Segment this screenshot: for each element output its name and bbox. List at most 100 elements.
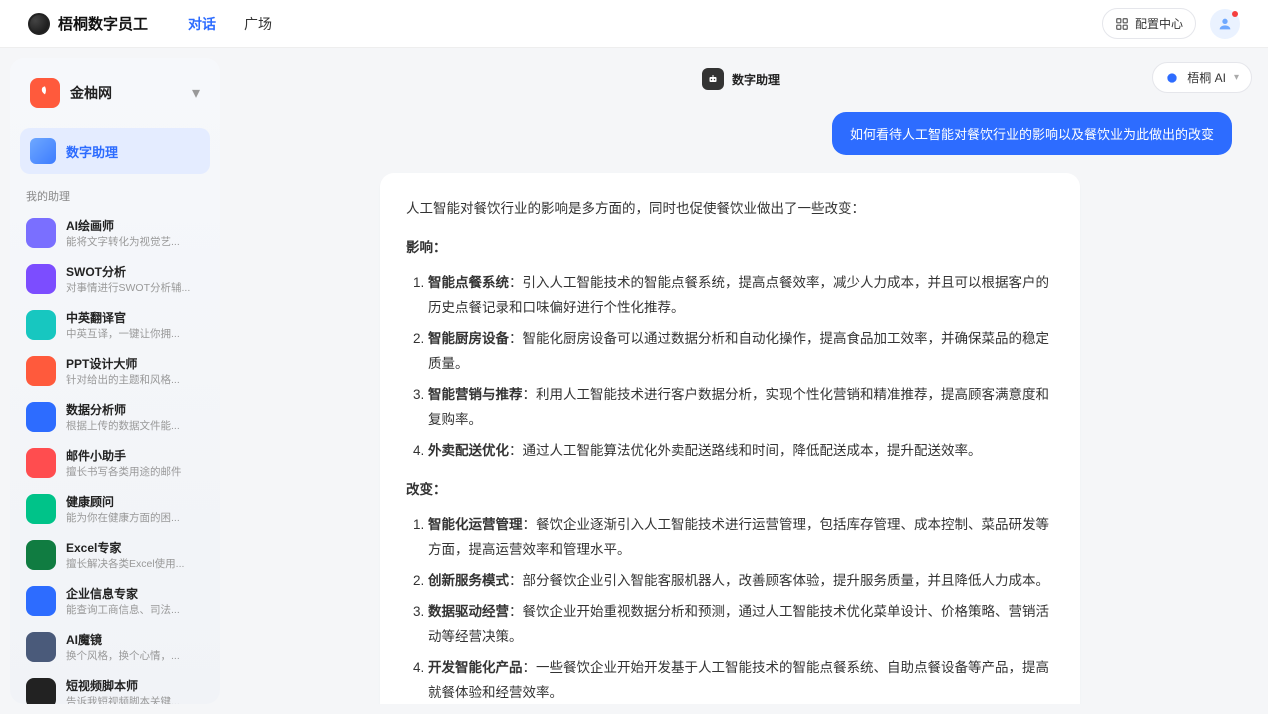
assistant-item-text: PPT设计大师 针对给出的主题和风格... — [66, 355, 180, 387]
list-item-bold: 外卖配送优化 — [428, 443, 509, 458]
assistant-item-desc: 对事情进行SWOT分析辅... — [66, 280, 190, 295]
assistant-item-text: 健康顾问 能为你在健康方面的困... — [66, 493, 180, 525]
sidebar-assistant-item[interactable]: AI魔镜 换个风格，换个心情，... — [20, 624, 210, 670]
active-assistant[interactable]: 数字助理 — [20, 128, 210, 174]
assistant-item-icon — [26, 540, 56, 570]
sidebar-assistant-item[interactable]: 数据分析师 根据上传的数据文件能... — [20, 394, 210, 440]
assistant-item-desc: 能将文字转化为视觉艺... — [66, 234, 180, 249]
assistant-item-name: 数据分析师 — [66, 401, 180, 418]
assistant-item-name: 邮件小助手 — [66, 447, 182, 464]
chat-body: 如何看待人工智能对餐饮行业的影响以及餐饮业为此做出的改变 人工智能对餐饮行业的影… — [230, 100, 1252, 704]
sidebar-assistant-item[interactable]: 健康顾问 能为你在健康方面的困... — [20, 486, 210, 532]
chevron-down-icon: ▾ — [1234, 72, 1239, 83]
assistant-item-desc: 针对给出的主题和风格... — [66, 372, 180, 387]
list-item-bold: 创新服务模式 — [428, 573, 509, 588]
list-item-text: ：餐饮企业开始重视数据分析和预测，通过人工智能技术优化菜单设计、价格策略、营销活… — [428, 604, 1049, 644]
brand-logo-icon — [28, 13, 50, 35]
assistant-item-name: 短视频脚本师 — [66, 677, 180, 694]
assistant-item-text: SWOT分析 对事情进行SWOT分析辅... — [66, 263, 190, 295]
changes-heading: 改变： — [406, 478, 1054, 503]
list-item: 开发智能化产品：一些餐饮企业开始开发基于人工智能技术的智能点餐系统、自助点餐设备… — [428, 656, 1054, 704]
assistant-list: AI绘画师 能将文字转化为视觉艺... SWOT分析 对事情进行SWOT分析辅.… — [20, 210, 210, 704]
assistant-item-desc: 能查询工商信息、司法... — [66, 602, 180, 617]
list-item-bold: 智能点餐系统 — [428, 275, 509, 290]
assistant-item-name: SWOT分析 — [66, 263, 190, 280]
active-assistant-label: 数字助理 — [66, 142, 118, 161]
sidebar-assistant-item[interactable]: SWOT分析 对事情进行SWOT分析辅... — [20, 256, 210, 302]
list-item-bold: 开发智能化产品 — [428, 660, 523, 675]
assistant-item-icon — [26, 264, 56, 294]
model-name: 梧桐 AI — [1187, 69, 1226, 86]
config-label: 配置中心 — [1135, 15, 1183, 32]
chat-title-robot-icon — [702, 68, 724, 90]
sidebar-assistant-item[interactable]: PPT设计大师 针对给出的主题和风格... — [20, 348, 210, 394]
list-item: 智能化运营管理：餐饮企业逐渐引入人工智能技术进行运营管理，包括库存管理、成本控制… — [428, 513, 1054, 563]
assistant-item-icon — [26, 356, 56, 386]
list-item-bold: 智能厨房设备 — [428, 331, 509, 346]
topbar-right: 配置中心 — [1102, 8, 1240, 39]
list-item-text: ：部分餐饮企业引入智能客服机器人，改善顾客体验，提升服务质量，并且降低人力成本。 — [509, 573, 1049, 588]
sidebar-assistant-item[interactable]: 短视频脚本师 告诉我短视频脚本关键... — [20, 670, 210, 704]
chat-content: 数字助理 梧桐 AI ▾ 如何看待人工智能对餐饮行业的影响以及餐饮业为此做出的改… — [220, 48, 1268, 714]
assistant-item-icon — [26, 678, 56, 704]
assistant-item-name: Excel专家 — [66, 539, 184, 556]
list-item: 外卖配送优化：通过人工智能算法优化外卖配送路线和时间，降低配送成本，提升配送效率… — [428, 439, 1054, 464]
list-item-text: ：智能化厨房设备可以通过数据分析和自动化操作，提高食品加工效率，并确保菜品的稳定… — [428, 331, 1049, 371]
user-avatar-button[interactable] — [1210, 9, 1240, 39]
top-nav: 对话 广场 — [188, 14, 272, 34]
sidebar-assistant-item[interactable]: AI绘画师 能将文字转化为视觉艺... — [20, 210, 210, 256]
assistant-item-icon — [26, 494, 56, 524]
sidebar-section-title: 我的助理 — [26, 188, 210, 204]
tenant-selector[interactable]: 金柚网 ▾ — [20, 70, 210, 116]
model-icon — [1165, 71, 1179, 85]
assistant-item-text: AI绘画师 能将文字转化为视觉艺... — [66, 217, 180, 249]
assistant-item-text: 中英翻译官 中英互译，一键让你拥... — [66, 309, 180, 341]
assistant-item-text: AI魔镜 换个风格，换个心情，... — [66, 631, 180, 663]
tenant-icon — [30, 78, 60, 108]
brand-logo: 梧桐数字员工 — [28, 13, 148, 35]
list-item: 智能点餐系统：引入人工智能技术的智能点餐系统，提高点餐效率，减少人力成本，并且可… — [428, 271, 1054, 321]
model-selector[interactable]: 梧桐 AI ▾ — [1152, 62, 1252, 93]
assistant-intro: 人工智能对餐饮行业的影响是多方面的，同时也促使餐饮业做出了一些改变： — [406, 197, 1054, 222]
list-item: 创新服务模式：部分餐饮企业引入智能客服机器人，改善顾客体验，提升服务质量，并且降… — [428, 569, 1054, 594]
user-message: 如何看待人工智能对餐饮行业的影响以及餐饮业为此做出的改变 — [250, 112, 1232, 155]
assistant-item-text: Excel专家 擅长解决各类Excel使用... — [66, 539, 184, 571]
nav-chat[interactable]: 对话 — [188, 14, 216, 34]
list-item-bold: 智能化运营管理 — [428, 517, 523, 532]
main-area: 金柚网 ▾ 数字助理 我的助理 AI绘画师 能将文字转化为视觉艺... SWOT… — [0, 48, 1268, 714]
list-item-text: ：通过人工智能算法优化外卖配送路线和时间，降低配送成本，提升配送效率。 — [509, 443, 982, 458]
assistant-message: 人工智能对餐饮行业的影响是多方面的，同时也促使餐饮业做出了一些改变： 影响： 智… — [380, 173, 1080, 704]
assistant-item-name: 企业信息专家 — [66, 585, 180, 602]
list-item: 智能厨房设备：智能化厨房设备可以通过数据分析和自动化操作，提高食品加工效率，并确… — [428, 327, 1054, 377]
assistant-item-desc: 中英互译，一键让你拥... — [66, 326, 180, 341]
sidebar-assistant-item[interactable]: 中英翻译官 中英互译，一键让你拥... — [20, 302, 210, 348]
assistant-item-icon — [26, 632, 56, 662]
sidebar-assistant-item[interactable]: Excel专家 擅长解决各类Excel使用... — [20, 532, 210, 578]
assistant-item-text: 数据分析师 根据上传的数据文件能... — [66, 401, 180, 433]
chat-title-wrap: 数字助理 — [702, 68, 780, 90]
list-item: 智能营销与推荐：利用人工智能技术进行客户数据分析，实现个性化营销和精准推荐，提高… — [428, 383, 1054, 433]
assistant-robot-icon — [30, 138, 56, 164]
assistant-item-desc: 换个风格，换个心情，... — [66, 648, 180, 663]
assistant-item-name: 健康顾问 — [66, 493, 180, 510]
list-item: 数据驱动经营：餐饮企业开始重视数据分析和预测，通过人工智能技术优化菜单设计、价格… — [428, 600, 1054, 650]
grid-icon — [1115, 17, 1129, 31]
assistant-item-desc: 根据上传的数据文件能... — [66, 418, 180, 433]
list-item-bold: 数据驱动经营 — [428, 604, 509, 619]
sidebar-assistant-item[interactable]: 企业信息专家 能查询工商信息、司法... — [20, 578, 210, 624]
config-center-button[interactable]: 配置中心 — [1102, 8, 1196, 39]
chat-title: 数字助理 — [732, 71, 780, 88]
sidebar-assistant-item[interactable]: 邮件小助手 擅长书写各类用途的邮件 — [20, 440, 210, 486]
brand-name: 梧桐数字员工 — [58, 13, 148, 34]
impacts-list: 智能点餐系统：引入人工智能技术的智能点餐系统，提高点餐效率，减少人力成本，并且可… — [406, 271, 1054, 464]
nav-square[interactable]: 广场 — [244, 14, 272, 34]
assistant-item-desc: 能为你在健康方面的困... — [66, 510, 180, 525]
assistant-item-text: 邮件小助手 擅长书写各类用途的邮件 — [66, 447, 182, 479]
assistant-item-desc: 擅长解决各类Excel使用... — [66, 556, 184, 571]
assistant-item-name: 中英翻译官 — [66, 309, 180, 326]
chat-header: 数字助理 梧桐 AI ▾ — [230, 58, 1252, 100]
impacts-heading: 影响： — [406, 236, 1054, 261]
assistant-item-icon — [26, 586, 56, 616]
assistant-item-name: AI绘画师 — [66, 217, 180, 234]
list-item-text: ：引入人工智能技术的智能点餐系统，提高点餐效率，减少人力成本，并且可以根据客户的… — [428, 275, 1049, 315]
